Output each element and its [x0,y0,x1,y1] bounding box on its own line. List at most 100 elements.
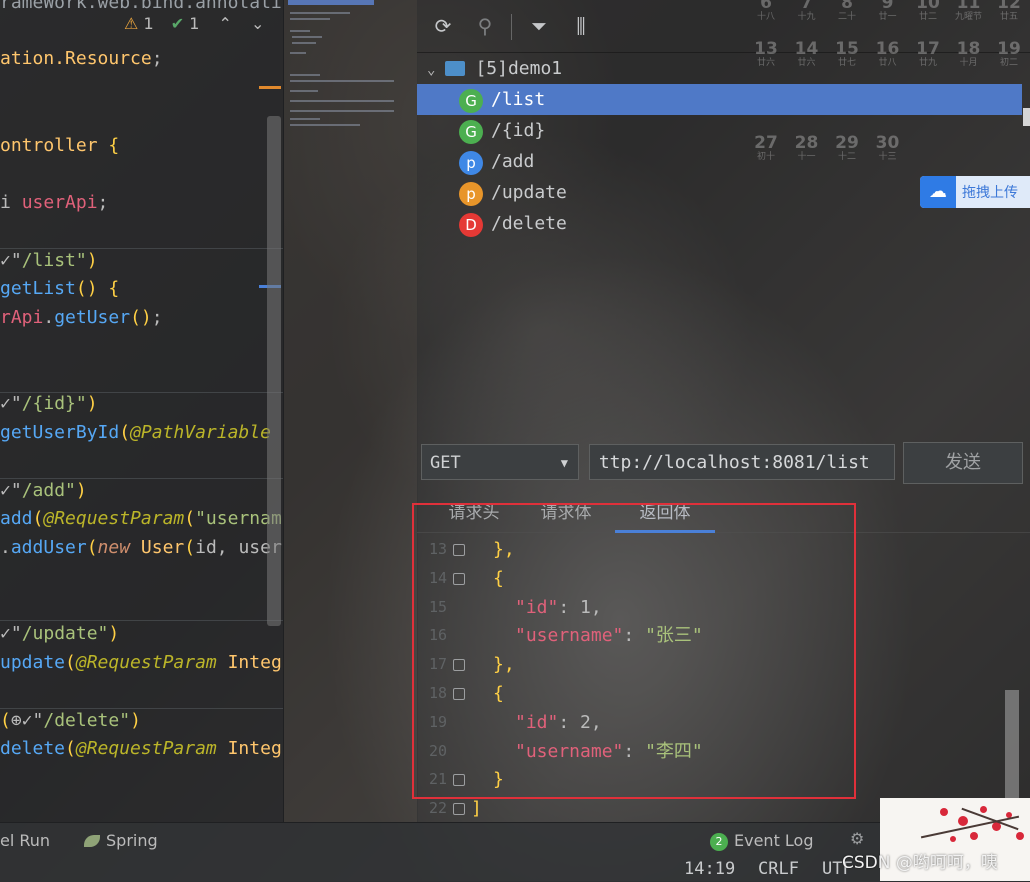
code-token: /list [21,250,76,271]
method-badge-icon: G [459,120,483,144]
code-token: . [43,307,55,328]
code-token: ✓" [0,480,22,501]
calendar-lunar-date: 十九 [797,12,816,22]
code-token: @PathVariable [130,422,271,443]
code-token: Integ [227,652,282,673]
calendar-day-number: 10 [916,0,940,13]
code-token: ( [65,652,76,673]
cloud-icon: ☁ [920,176,956,208]
calendar-day-number: 12 [997,0,1021,13]
code-token: ontroller [0,135,109,156]
endpoint-path: /update [491,182,567,203]
code-token: () [130,307,152,328]
spring-leaf-icon [84,835,100,847]
endpoint-item[interactable]: D/delete [417,208,1022,239]
code-line[interactable]: delete(@RequestParam Integ [0,736,282,762]
fold-icon[interactable] [453,803,465,816]
calendar-lunar-date: 廿六 [756,58,775,68]
code-token: ✓" [0,393,22,414]
endpoint-item[interactable]: G/list [417,84,1022,115]
tools-icon[interactable]: ⚙ [850,829,864,848]
code-token: /add [21,480,66,501]
code-line[interactable]: add(@RequestParam("usernam [0,506,282,532]
method-separator [0,248,283,249]
code-line[interactable]: ✓"/update") [0,621,119,647]
code-token: userApi [21,192,98,213]
code-token: { [108,135,120,156]
line-separator[interactable]: CRLF [758,859,799,879]
endpoint-path: /add [491,151,535,172]
code-token: ( [0,710,11,731]
code-line[interactable]: ation.Resource; [0,46,163,72]
event-log-tab[interactable]: 2 Event Log [710,831,814,851]
method-separator [0,478,283,479]
calendar-day: 16 廿八 [869,40,907,69]
calendar-day: 8 二十 [828,0,866,23]
code-token: () [75,278,109,299]
calendar-day-number: 6 [760,0,772,13]
calendar-day: 10 廿二 [909,0,947,23]
editor-scrollbar[interactable] [267,116,281,626]
calendar-day: 6 十八 [747,0,785,23]
code-token: ( [184,508,196,529]
chevron-down-icon[interactable]: ⌄ [427,62,435,78]
code-line[interactable]: ontroller { [0,133,119,159]
code-token: ) [108,623,120,644]
search-icon[interactable]: ⚲ [473,14,497,38]
code-line[interactable]: rApi.getUser(); [0,305,163,331]
url-input[interactable] [589,444,895,480]
code-line[interactable]: ✓"/list") [0,248,98,274]
endpoint-item[interactable]: p/add [417,146,1022,177]
calendar-day-number: 19 [997,39,1021,59]
folder-icon [445,61,466,76]
code-line[interactable]: ✓"/{id}") [0,391,98,417]
code-token: . [0,537,11,558]
code-line[interactable]: .addUser(new User(id, user [0,535,282,561]
json-token: ] [471,798,482,820]
calendar-day-number: 14 [794,39,819,59]
calendar-lunar-date: 廿二 [918,12,937,22]
inspection-widget[interactable]: ⚠ 1 ✔ 1 ⌃ ⌄ [124,14,264,33]
code-line[interactable]: (⊕✓"/delete") [0,708,141,734]
code-minimap[interactable] [283,0,418,822]
warning-marker[interactable] [259,86,281,89]
calendar-lunar-date: 廿六 [797,58,816,68]
method-badge-icon: G [459,89,483,113]
calendar-lunar-date: 十八 [756,12,775,22]
drag-upload-label: 拖拽上传 [962,185,1018,201]
check-icon: ✔ [170,14,185,33]
code-line[interactable]: i userApi; [0,190,108,216]
code-line[interactable]: update(@RequestParam Integ [0,650,282,676]
http-method-select[interactable]: GET ▼ [421,444,579,480]
filter-icon[interactable]: ⏷ [527,14,551,38]
library-icon[interactable]: ⫼ [569,14,593,38]
tool-tab-spring[interactable]: Spring [84,831,158,850]
calendar-day-number: 7 [800,0,813,13]
code-token: ✓" [0,623,22,644]
code-token: /delete [43,710,120,731]
previous-highlight-icon[interactable]: ⌃ [219,14,232,33]
drag-upload-button[interactable]: ☁ 拖拽上传 [920,176,1030,208]
calendar-day-number: 18 [956,39,981,59]
dropdown-caret-icon: ▼ [560,456,568,470]
refresh-icon[interactable]: ⟳ [431,14,455,38]
tree-root-demo1[interactable]: ⌄ [5]demo1 [427,56,562,82]
method-separator [0,620,283,621]
tree-scrollbar[interactable] [1023,108,1030,126]
code-line[interactable]: getList() { [0,276,119,302]
send-button[interactable]: 发送 [903,442,1023,484]
code-token: ) [130,710,141,731]
tool-tab-run[interactable]: el Run [0,831,50,850]
code-token: delete [0,738,66,759]
endpoint-item[interactable]: G /{id} [417,115,1022,146]
next-highlight-icon[interactable]: ⌄ [251,14,264,33]
minimap-viewport[interactable] [288,0,374,5]
code-line[interactable]: getUserById(@PathVariable [0,420,271,446]
caret-position[interactable]: 14:19 [684,859,735,879]
code-token: " [75,393,87,414]
code-token: getUserById [0,422,120,443]
code-token: ( [86,537,98,558]
code-editor[interactable]: rameWork.web.bind.annotati ⚠ 1 ✔ 1 ⌃ ⌄ a… [0,0,283,822]
code-line[interactable]: ✓"/add") [0,478,87,504]
calendar-day-number: 11 [956,0,981,13]
